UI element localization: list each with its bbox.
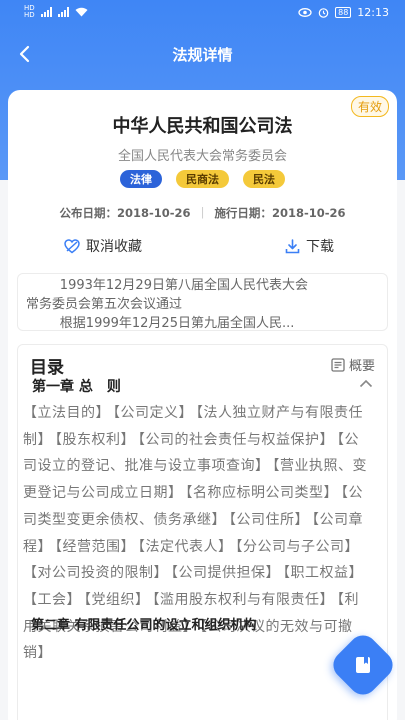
eye-icon <box>298 7 312 17</box>
toc-section-link[interactable]: 【公司提供担保】 <box>171 565 280 581</box>
signal-icon <box>40 7 52 17</box>
toc-section-link[interactable]: 【对公司投资的限制】 <box>23 565 168 581</box>
toc-section-link[interactable]: 【公司定义】 <box>113 405 193 421</box>
toc-section-link[interactable]: 【党组织】 <box>84 592 150 608</box>
alarm-icon <box>318 7 329 18</box>
status-time: 12:13 <box>357 5 389 19</box>
network-label-2: HD <box>24 11 35 19</box>
law-title: 中华人民共和国公司法 <box>112 116 293 137</box>
summary-line-1: 1993年12月29日第八届全国人民代表大会 <box>59 278 308 293</box>
publish-value: 2018-10-26 <box>117 206 191 220</box>
date-divider: | <box>200 205 205 219</box>
bookmark-icon <box>356 657 370 673</box>
law-summary[interactable]: 1993年12月29日第八届全国人民代表大会 常务委员会第五次会议通过 根据19… <box>17 273 388 331</box>
page-title: 法规详情 <box>172 45 233 64</box>
unfavorite-button[interactable]: 取消收藏 <box>64 236 142 256</box>
toc-header: 目录 概要 <box>30 353 375 378</box>
toc-section-link[interactable]: 【经营范围】 <box>55 539 135 555</box>
status-left: HD HD <box>24 5 88 19</box>
tag-category[interactable]: 法律 <box>120 170 162 188</box>
toc-section-link[interactable]: 【职工权益】 <box>283 565 363 581</box>
action-row: 取消收藏 下载 <box>8 236 397 260</box>
outline-icon <box>331 357 345 372</box>
toc-section-link[interactable]: 【分公司与子公司】 <box>236 539 360 555</box>
download-label: 下载 <box>306 239 334 255</box>
overview-label: 概要 <box>348 359 375 374</box>
back-button[interactable] <box>8 38 40 70</box>
effective-label: 施行日期： <box>214 206 272 220</box>
status-bar: HD HD 88 12:13 <box>0 0 405 24</box>
toc-section-link[interactable]: 【立法目的】 <box>23 405 110 421</box>
floating-action-button[interactable] <box>327 629 399 701</box>
toc-section-link[interactable]: 【股东权利】 <box>55 432 135 448</box>
unfavorite-label: 取消收藏 <box>86 239 142 255</box>
chapter-1-sections: 【立法目的】 【公司定义】 【法人独立财产与有限责任制】 【股东权利】 【公司的社会责任… <box>23 400 373 687</box>
toc-section-link[interactable]: 【滥用股东权利与有限责任】 <box>153 592 335 608</box>
fab-icon-wrap <box>338 640 388 690</box>
summary-line-3: 根据1999年12月25日第九届全国人民... <box>59 316 295 331</box>
chapter-1-heading[interactable]: 第一章 总 则 <box>32 376 121 396</box>
law-dates: 公布日期：2018-10-26 | 施行日期：2018-10-26 <box>8 205 397 221</box>
law-issuer: 全国人民代表大会常务委员会 <box>117 149 287 164</box>
wifi-icon <box>75 7 88 17</box>
tag-subbranch[interactable]: 民法 <box>243 170 285 188</box>
toc-section-link[interactable]: 【名称应标明公司类型】 <box>186 485 339 501</box>
effective-date: 施行日期：2018-10-26 <box>214 205 345 221</box>
signal-icon-2 <box>57 7 69 17</box>
overview-button[interactable]: 概要 <box>331 355 375 374</box>
nav-bar: 法规详情 <box>0 36 405 72</box>
toc-title: 目录 <box>30 358 64 378</box>
chapter-2-heading[interactable]: 第二章 有限责任公司的设立和组织机构 <box>31 614 257 633</box>
tag-branch[interactable]: 民商法 <box>176 170 229 188</box>
heart-broken-icon <box>64 238 80 253</box>
publish-label: 公布日期： <box>59 206 118 220</box>
toc-section-link[interactable]: 【公司的社会责任与权益保护】 <box>138 432 334 448</box>
battery-icon: 88 <box>335 6 352 18</box>
publish-date: 公布日期：2018-10-26 <box>60 205 191 221</box>
chevron-up-icon[interactable] <box>359 379 373 388</box>
back-arrow-icon <box>19 45 30 63</box>
download-icon <box>285 238 300 253</box>
toc-section-link[interactable]: 【工会】 <box>23 592 81 608</box>
network-type-icon: HD HD <box>24 5 35 19</box>
effective-value: 2018-10-26 <box>271 206 346 220</box>
toc-section-link[interactable]: 【公司住所】 <box>229 512 309 528</box>
law-tags: 法律 民商法 民法 <box>8 170 397 188</box>
summary-line-2: 常务委员会第五次会议通过 <box>26 297 183 312</box>
toc-section-link[interactable]: 【法定代表人】 <box>138 539 233 555</box>
download-button[interactable]: 下载 <box>285 236 334 256</box>
status-right: 88 12:13 <box>298 6 389 19</box>
